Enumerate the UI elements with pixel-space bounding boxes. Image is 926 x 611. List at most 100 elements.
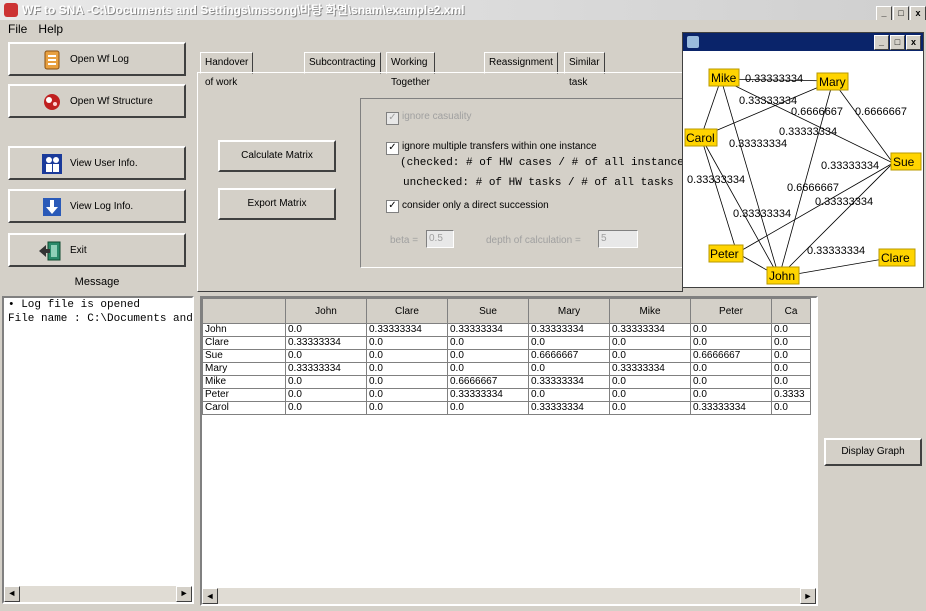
table-cell[interactable]: 0.33333334 — [285, 336, 367, 350]
table-cell[interactable]: 0.33333334 — [285, 362, 367, 376]
table-cell[interactable]: 0.0 — [447, 362, 529, 376]
table-row[interactable]: Mike 0.0 0.0 0.6666667 0.33333334 0.0 0.… — [202, 375, 811, 389]
table-cell[interactable]: 0.33333334 — [447, 323, 529, 337]
scroll-left-button[interactable]: ◄ — [4, 586, 20, 602]
table-cell[interactable]: 0.33333334 — [447, 388, 529, 402]
table-cell[interactable]: 0.0 — [690, 388, 772, 402]
table-cell[interactable]: 0.3333 — [771, 388, 811, 402]
table-cell[interactable]: 0.0 — [447, 349, 529, 363]
table-cell[interactable]: 0.6666667 — [447, 375, 529, 389]
minimize-button[interactable]: _ — [876, 6, 892, 20]
table-cell[interactable]: 0.0 — [771, 362, 811, 376]
table-cell[interactable]: 0.6666667 — [690, 349, 772, 363]
table-cell[interactable]: 0.0 — [285, 349, 367, 363]
table-cell[interactable]: 0.0 — [366, 336, 448, 350]
table-row[interactable]: John 0.0 0.33333334 0.33333334 0.3333333… — [202, 323, 811, 337]
table-cell[interactable]: 0.0 — [285, 375, 367, 389]
table-cell[interactable]: 0.33333334 — [609, 323, 691, 337]
table-row[interactable]: Sue 0.0 0.0 0.0 0.6666667 0.0 0.6666667 … — [202, 349, 811, 363]
graph-minimize-button[interactable]: _ — [874, 35, 889, 50]
table-cell[interactable]: 0.0 — [366, 349, 448, 363]
graph-title-bar[interactable]: _ □ x — [683, 33, 923, 51]
tab-working-together[interactable]: Working Together — [386, 52, 435, 88]
table-cell[interactable]: 0.0 — [771, 323, 811, 337]
table-cell[interactable]: 0.0 — [771, 349, 811, 363]
table-cell[interactable]: 0.0 — [609, 401, 691, 415]
scroll-left-button[interactable]: ◄ — [202, 588, 218, 604]
table-row[interactable]: Clare 0.33333334 0.0 0.0 0.0 0.0 0.0 0.0 — [202, 336, 811, 350]
table-cell[interactable]: 0.0 — [690, 323, 772, 337]
scroll-right-button[interactable]: ► — [176, 586, 192, 602]
table-cell[interactable]: 0.0 — [528, 336, 610, 350]
tab-similar-task[interactable]: Similar task — [564, 52, 605, 88]
tab-reassignment[interactable]: Reassignment — [484, 52, 558, 74]
table-cell[interactable]: 0.0 — [528, 388, 610, 402]
table-cell[interactable]: 0.0 — [285, 323, 367, 337]
table-hscrollbar[interactable]: ◄ ► — [202, 588, 816, 604]
table-cell[interactable]: 0.33333334 — [366, 323, 448, 337]
table-cell[interactable]: 0.0 — [771, 401, 811, 415]
table-cell[interactable]: 0.0 — [285, 401, 367, 415]
column-header[interactable]: Clare — [366, 298, 448, 324]
column-header[interactable]: Ca — [771, 298, 811, 324]
graph-window[interactable]: _ □ x 0.33333334 0.33333334 0.6666667 0.66… — [682, 32, 924, 288]
tab-subcontracting[interactable]: Subcontracting — [304, 52, 381, 74]
direct-succession-checkbox[interactable]: ✓ — [386, 200, 399, 213]
menu-file[interactable]: File — [8, 20, 27, 38]
table-cell[interactable]: 0.33333334 — [528, 323, 610, 337]
graph-close-button[interactable]: x — [906, 35, 921, 50]
table-cell[interactable]: 0.0 — [609, 336, 691, 350]
table-cell[interactable]: 0.0 — [366, 401, 448, 415]
open-wf-structure-button[interactable]: Open Wf Structure — [8, 84, 186, 118]
table-cell[interactable]: 0.0 — [609, 375, 691, 389]
table-cell[interactable]: 0.33333334 — [528, 401, 610, 415]
graph-maximize-button[interactable]: □ — [890, 35, 905, 50]
table-cell[interactable]: 0.0 — [690, 375, 772, 389]
table-cell[interactable]: 0.0 — [366, 362, 448, 376]
table-cell[interactable]: 0.0 — [771, 375, 811, 389]
message-area[interactable]: • Log file is opened File name : C:\Docu… — [2, 296, 194, 604]
table-cell[interactable]: 0.0 — [690, 362, 772, 376]
close-button[interactable]: x — [910, 6, 926, 20]
table-cell[interactable]: 0.0 — [690, 336, 772, 350]
ignore-multiple-checkbox[interactable]: ✓ — [386, 142, 399, 155]
column-header[interactable]: Mary — [528, 298, 610, 324]
matrix-table-area[interactable]: John Clare Sue Mary Mike Peter Ca John 0… — [200, 296, 818, 606]
table-cell[interactable]: 0.0 — [771, 336, 811, 350]
table-cell[interactable]: 0.33333334 — [690, 401, 772, 415]
export-matrix-button[interactable]: Export Matrix — [218, 188, 336, 220]
table-cell[interactable]: 0.0 — [447, 336, 529, 350]
table-row[interactable]: Peter 0.0 0.0 0.33333334 0.0 0.0 0.0 0.3… — [202, 388, 811, 402]
view-log-info-button[interactable]: View Log Info. — [8, 189, 186, 223]
column-header[interactable]: Peter — [690, 298, 772, 324]
table-cell[interactable]: 0.33333334 — [609, 362, 691, 376]
message-hscrollbar[interactable]: ◄ ► — [4, 586, 192, 602]
column-header[interactable]: Sue — [447, 298, 529, 324]
table-cell[interactable]: 0.0 — [285, 388, 367, 402]
maximize-button[interactable]: □ — [893, 6, 909, 20]
table-row[interactable]: Carol 0.0 0.0 0.0 0.33333334 0.0 0.33333… — [202, 401, 811, 415]
table-cell[interactable]: 0.0 — [447, 401, 529, 415]
table-cell[interactable]: 0.0 — [366, 375, 448, 389]
table-cell[interactable]: 0.0 — [609, 388, 691, 402]
column-header[interactable]: Mike — [609, 298, 691, 324]
tab-handover-of-work[interactable]: Handover of work — [200, 52, 254, 88]
table-cell[interactable]: 0.0 — [609, 349, 691, 363]
ignore-causality-checkbox[interactable]: ✓ — [386, 112, 399, 125]
table-cell[interactable]: 0.0 — [366, 388, 448, 402]
open-wf-log-button[interactable]: Open Wf Log — [8, 42, 186, 76]
column-header[interactable]: John — [285, 298, 367, 324]
social-network-graph[interactable]: 0.33333334 0.33333334 0.6666667 0.666666… — [683, 51, 923, 287]
beta-input[interactable]: 0.5 — [426, 230, 454, 248]
depth-input[interactable]: 5 — [598, 230, 638, 248]
calculate-matrix-button[interactable]: Calculate Matrix — [218, 140, 336, 172]
exit-button[interactable]: Exit — [8, 233, 186, 267]
menu-help[interactable]: Help — [38, 20, 63, 38]
view-user-info-button[interactable]: View User Info. — [8, 146, 186, 180]
scroll-right-button[interactable]: ► — [800, 588, 816, 604]
table-cell[interactable]: 0.33333334 — [528, 375, 610, 389]
display-graph-button[interactable]: Display Graph — [824, 438, 922, 466]
table-cell[interactable]: 0.0 — [528, 362, 610, 376]
table-cell[interactable]: 0.6666667 — [528, 349, 610, 363]
table-row[interactable]: Mary 0.33333334 0.0 0.0 0.0 0.33333334 0… — [202, 362, 811, 376]
